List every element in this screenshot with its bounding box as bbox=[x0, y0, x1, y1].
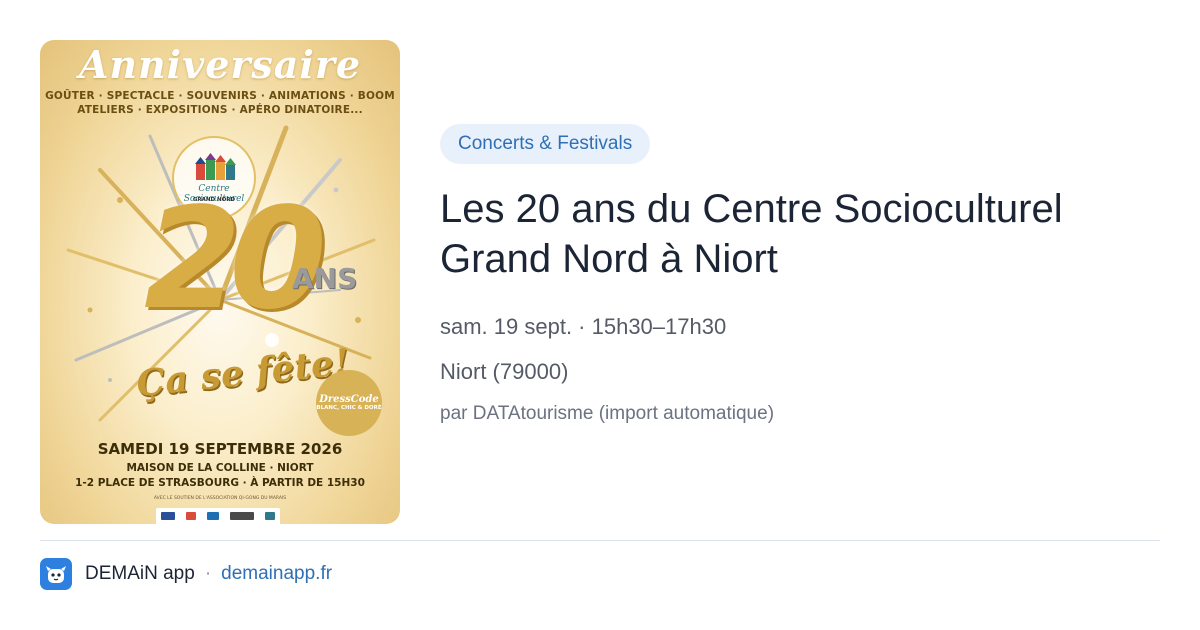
poster-support-text: AVEC LE SOUTIEN DE L'ASSOCIATION QI-GONG… bbox=[153, 496, 287, 501]
dresscode-badge: DressCode BLANC, CHIC & DORÉ bbox=[316, 370, 382, 436]
poster-place-line2: 1-2 PLACE DE STRASBOURG · À PARTIR DE 15… bbox=[75, 477, 365, 489]
mascot-icon bbox=[46, 566, 66, 583]
event-title: Les 20 ans du Centre Socioculturel Grand… bbox=[440, 187, 1063, 281]
footer-divider bbox=[40, 540, 1160, 541]
poster-place-line1: MAISON DE LA COLLINE · NIORT bbox=[126, 462, 314, 474]
app-website-link[interactable]: demainapp.fr bbox=[221, 563, 332, 585]
poster-title: Anniversaire bbox=[78, 42, 362, 87]
footer: DEMAiN app · demainapp.fr bbox=[40, 558, 332, 590]
sponsor-logo bbox=[161, 512, 176, 520]
poster-activities-line1: GOÛTER · SPECTACLE · SOUVENIRS · ANIMATI… bbox=[45, 90, 395, 102]
poster-number: 20 bbox=[144, 178, 327, 341]
sponsor-logo bbox=[206, 512, 219, 520]
demain-app-icon[interactable] bbox=[40, 558, 72, 590]
event-datetime: sam. 19 sept. · 15h30–17h30 bbox=[440, 314, 727, 339]
app-name: DEMAiN app bbox=[85, 563, 195, 584]
sponsor-logo bbox=[229, 512, 254, 520]
sponsor-logos bbox=[156, 508, 280, 524]
footer-separator: · bbox=[204, 563, 212, 584]
event-poster-image[interactable]: Anniversaire GOÛTER · SPECTACLE · SOUVEN… bbox=[40, 40, 400, 524]
event-location: Niort (79000) bbox=[440, 359, 569, 384]
event-source: par DATAtourisme (import automatique) bbox=[440, 403, 775, 424]
dresscode-text: BLANC, CHIC & DORÉ bbox=[316, 405, 382, 412]
sponsor-logo bbox=[264, 512, 275, 520]
poster-activities-line2: ATELIERS · EXPOSITIONS · APÉRO DINATOIRE… bbox=[77, 104, 363, 116]
category-badge[interactable]: Concerts & Festivals bbox=[440, 124, 651, 164]
poster-ans: ANS bbox=[292, 262, 358, 295]
dresscode-title: DressCode bbox=[319, 394, 379, 406]
sponsor-logo bbox=[186, 512, 197, 520]
poster-date: SAMEDI 19 SEPTEMBRE 2026 bbox=[97, 440, 343, 458]
